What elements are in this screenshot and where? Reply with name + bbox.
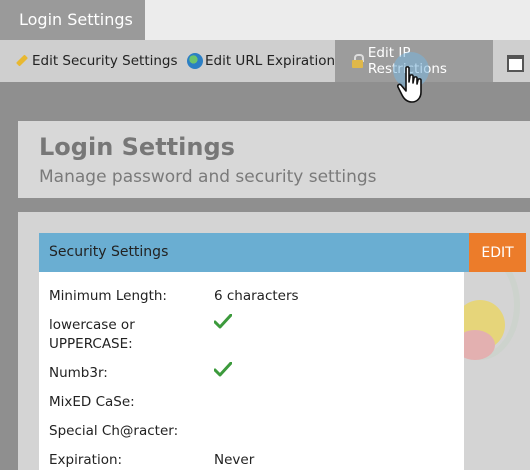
checkmark-icon — [214, 314, 232, 329]
page-subtitle: Manage password and security settings — [39, 167, 377, 187]
checkmark-icon — [214, 362, 232, 377]
edit-ip-restrictions-label: Edit IP Restrictions — [367, 45, 447, 77]
page-header: Login Settings Manage password and secur… — [18, 121, 530, 198]
security-settings-title: Security Settings — [49, 244, 169, 260]
more-button[interactable] — [505, 40, 530, 82]
setting-value-minimum-length: 6 characters — [214, 288, 299, 304]
setting-label-special-character: Special Ch@racter: — [49, 423, 179, 439]
edit-security-settings-label: Edit Security Settings — [32, 53, 178, 69]
window-icon — [505, 53, 524, 72]
security-settings-body: Minimum Length: 6 characters lowercase o… — [39, 272, 464, 470]
setting-value-expiration: Never — [214, 452, 255, 468]
tab-login-settings[interactable]: Login Settings — [0, 0, 145, 40]
pencil-icon — [14, 53, 30, 69]
lock-icon — [350, 53, 366, 69]
setting-label-uppercase: UPPERCASE: — [49, 336, 133, 352]
setting-label-expiration: Expiration: — [49, 452, 123, 468]
setting-label-mixed-case: MixED CaSe: — [49, 394, 135, 410]
edit-button[interactable]: EDIT — [469, 233, 526, 272]
hand-cursor-icon — [397, 66, 422, 103]
setting-label-lowercase: lowercase or — [49, 317, 135, 333]
setting-label-number: Numb3r: — [49, 365, 108, 381]
top-tab-strip: Login Settings — [0, 0, 530, 40]
edit-security-settings-button[interactable]: Edit Security Settings — [14, 40, 178, 82]
page-title: Login Settings — [39, 133, 235, 161]
globe-icon — [187, 53, 203, 69]
security-settings-header: Security Settings — [39, 233, 469, 272]
toolbar: Edit Security Settings Edit URL Expirati… — [0, 40, 530, 82]
setting-label-minimum-length: Minimum Length: — [49, 288, 167, 304]
edit-url-expiration-label: Edit URL Expiration — [205, 53, 336, 69]
edit-url-expiration-button[interactable]: Edit URL Expiration — [187, 40, 335, 82]
